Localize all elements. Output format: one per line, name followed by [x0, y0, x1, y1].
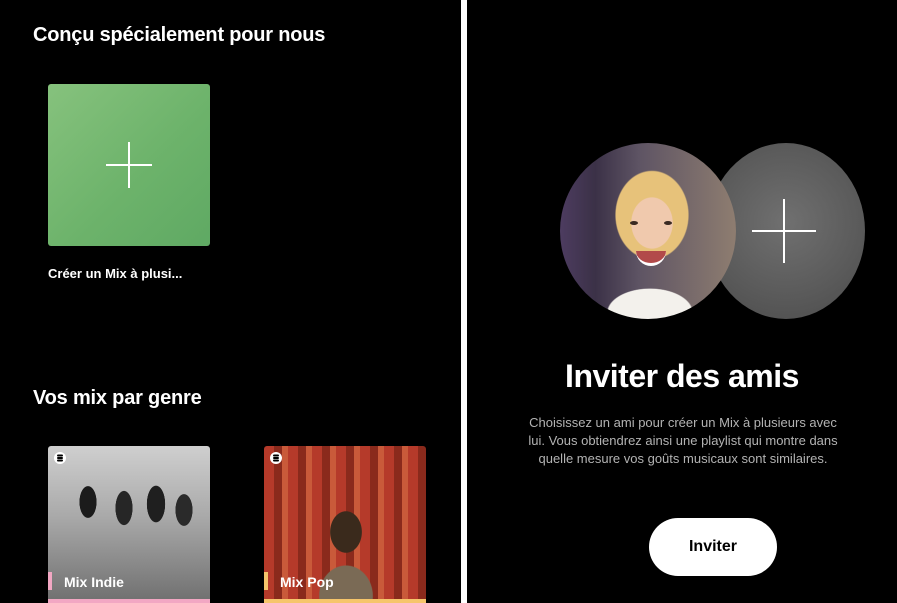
invite-friends-title: Inviter des amis [565, 358, 799, 394]
genre-accent-bar [264, 599, 426, 603]
genre-card-label: Mix Pop [280, 574, 334, 590]
right-screen: Inviter des amis Choisissez un ami pour … [467, 0, 897, 603]
made-for-us-heading: Conçu spécialement pour nous [33, 24, 326, 46]
genre-accent-strip [264, 572, 268, 590]
avatar-smile [636, 251, 666, 266]
spotify-logo-icon [54, 452, 66, 464]
avatar-eye [664, 221, 672, 225]
genre-card-indie[interactable]: Mix Indie [48, 446, 210, 603]
create-blend-tile[interactable] [48, 84, 210, 246]
avatar-eye [630, 221, 638, 225]
left-screen: Conçu spécialement pour nous Créer un Mi… [0, 0, 461, 603]
create-blend-caption: Créer un Mix à plusi... [48, 266, 183, 281]
user-avatar [560, 143, 736, 319]
plus-icon [106, 142, 152, 188]
spotify-logo-icon [270, 452, 282, 464]
genre-accent-bar [48, 599, 210, 603]
genre-card-label: Mix Indie [64, 574, 124, 590]
genre-accent-strip [48, 572, 52, 590]
genre-mixes-heading: Vos mix par genre [33, 387, 202, 409]
genre-card-pop[interactable]: Mix Pop [264, 446, 426, 603]
plus-icon [752, 199, 816, 263]
invite-description: Choisissez un ami pour créer un Mix à pl… [528, 415, 838, 466]
invite-button[interactable]: Inviter [649, 518, 777, 576]
